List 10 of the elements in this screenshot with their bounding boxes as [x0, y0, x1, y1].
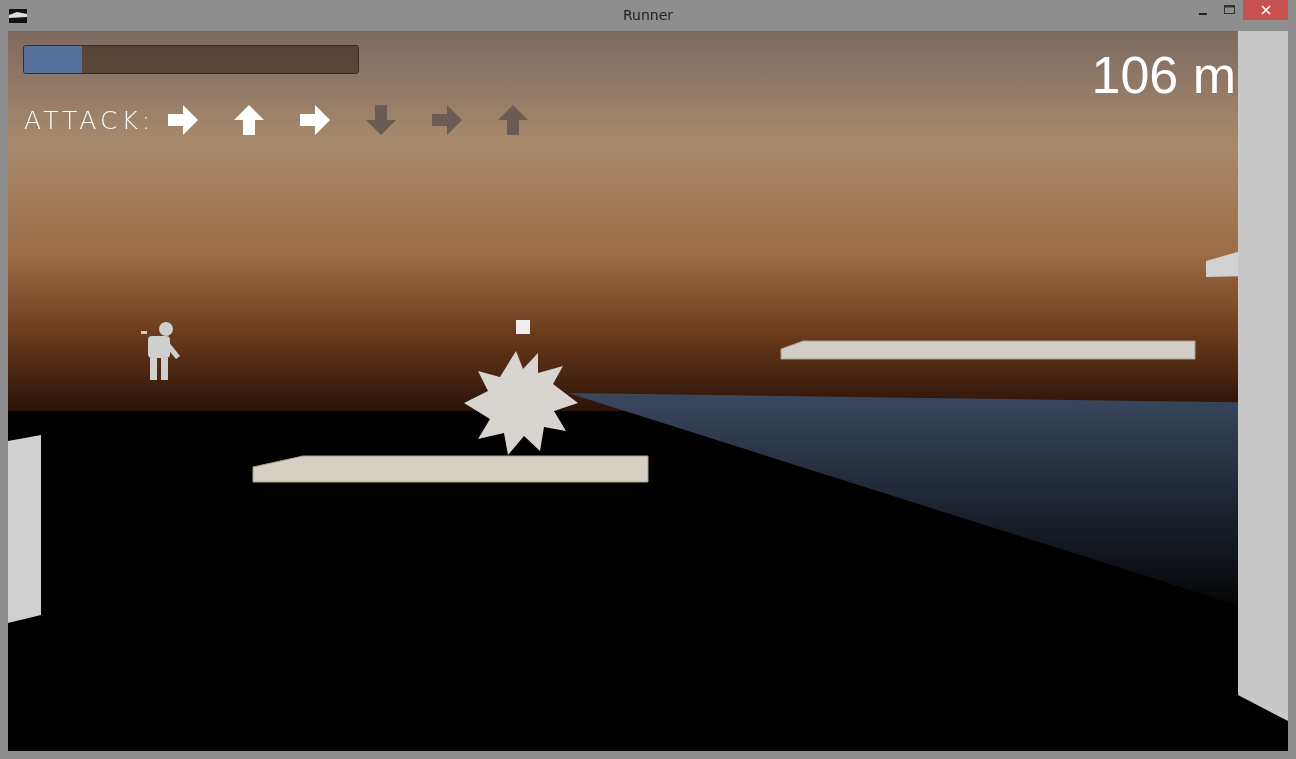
app-icon	[9, 8, 27, 23]
window-title: Runner	[622, 7, 674, 23]
attack-label: ATTACK:	[24, 105, 155, 135]
close-icon	[1260, 5, 1271, 15]
minimize-icon	[1198, 13, 1207, 15]
robot-character	[141, 322, 180, 380]
close-button[interactable]	[1243, 0, 1288, 20]
maximize-icon	[1224, 5, 1235, 15]
cube	[516, 320, 530, 334]
distance-counter: 106 m	[1091, 45, 1236, 105]
